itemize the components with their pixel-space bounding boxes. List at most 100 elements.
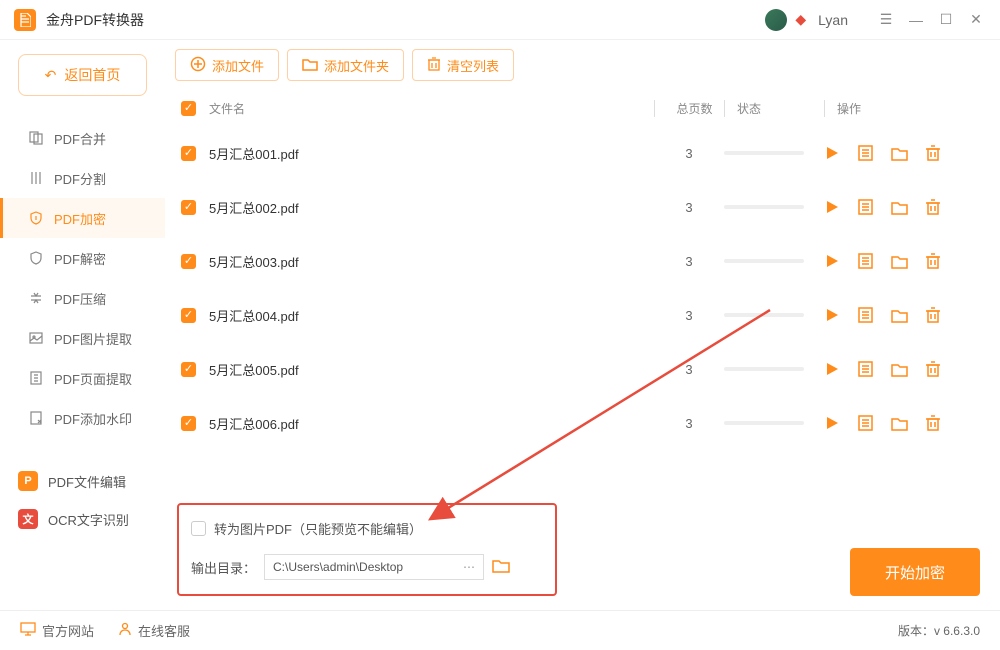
delete-button[interactable] <box>926 361 940 377</box>
add-folder-button[interactable]: 添加文件夹 <box>287 49 404 81</box>
sidebar-item-extract-images[interactable]: PDF图片提取 <box>0 318 165 358</box>
play-button[interactable] <box>824 253 840 269</box>
detail-button[interactable] <box>858 145 873 161</box>
add-file-button[interactable]: 添加文件 <box>175 49 279 81</box>
website-link[interactable]: 官方网站 <box>20 621 94 640</box>
minimize-icon[interactable]: — <box>906 10 926 30</box>
sidebar-item-decrypt[interactable]: PDF解密 <box>0 238 165 278</box>
detail-button[interactable] <box>858 199 873 215</box>
play-button[interactable] <box>824 199 840 215</box>
sidebar-item-compress[interactable]: PDF压缩 <box>0 278 165 318</box>
sidebar-edit-button[interactable]: P PDF文件编辑 <box>18 464 165 498</box>
delete-button[interactable] <box>926 307 940 323</box>
clear-list-button[interactable]: 清空列表 <box>412 49 514 81</box>
file-name: 5月汇总002.pdf <box>209 198 654 217</box>
detail-button[interactable] <box>858 415 873 431</box>
play-button[interactable] <box>824 145 840 161</box>
play-button[interactable] <box>824 307 840 323</box>
settings-bar: 转为图片PDF（只能预览不能编辑） 输出目录： C:\Users\admin\D… <box>165 489 1000 610</box>
sidebar-item-extract-pages[interactable]: PDF页面提取 <box>0 358 165 398</box>
row-checkbox[interactable] <box>181 254 196 269</box>
file-pages: 3 <box>654 254 724 269</box>
table-row: 5月汇总004.pdf 3 <box>165 288 1000 342</box>
detail-button[interactable] <box>858 361 873 377</box>
table-header: 文件名 总页数 状态 操作 <box>165 90 1000 126</box>
settings-box: 转为图片PDF（只能预览不能编辑） 输出目录： C:\Users\admin\D… <box>177 503 557 596</box>
delete-button[interactable] <box>926 145 940 161</box>
titlebar: 金舟PDF转换器 ◆ Lyan ☰ — ☐ ✕ <box>0 0 1000 40</box>
to-image-checkbox[interactable] <box>191 521 206 536</box>
delete-button[interactable] <box>926 415 940 431</box>
back-arrow-icon: ↶ <box>45 67 57 84</box>
file-pages: 3 <box>654 416 724 431</box>
detail-button[interactable] <box>858 253 873 269</box>
file-pages: 3 <box>654 308 724 323</box>
row-checkbox[interactable] <box>181 308 196 323</box>
avatar[interactable] <box>765 9 787 31</box>
split-icon <box>28 171 44 185</box>
app-logo <box>14 9 36 31</box>
row-checkbox[interactable] <box>181 200 196 215</box>
file-pages: 3 <box>654 200 724 215</box>
delete-button[interactable] <box>926 199 940 215</box>
file-status <box>724 259 824 263</box>
app-title: 金舟PDF转换器 <box>46 10 765 30</box>
to-image-label: 转为图片PDF（只能预览不能编辑） <box>214 519 422 538</box>
support-link[interactable]: 在线客服 <box>118 621 190 640</box>
open-folder-button[interactable] <box>891 362 908 377</box>
browse-folder-button[interactable] <box>492 558 510 577</box>
open-folder-button[interactable] <box>891 146 908 161</box>
sidebar-item-watermark[interactable]: PDF添加水印 <box>0 398 165 438</box>
close-icon[interactable]: ✕ <box>966 10 986 30</box>
folder-icon <box>302 57 318 74</box>
table-row: 5月汇总002.pdf 3 <box>165 180 1000 234</box>
menu-icon[interactable]: ☰ <box>876 10 896 30</box>
username: Lyan <box>818 12 848 28</box>
output-path-input[interactable]: C:\Users\admin\Desktop ⋯ <box>264 554 484 580</box>
row-checkbox[interactable] <box>181 146 196 161</box>
file-status <box>724 367 824 371</box>
sidebar-ocr-button[interactable]: 文 OCR文字识别 <box>18 502 165 536</box>
table-row: 5月汇总003.pdf 3 <box>165 234 1000 288</box>
open-folder-button[interactable] <box>891 254 908 269</box>
play-button[interactable] <box>824 415 840 431</box>
plus-circle-icon <box>190 56 206 75</box>
encrypt-icon <box>28 211 44 225</box>
merge-icon <box>28 131 44 145</box>
row-checkbox[interactable] <box>181 362 196 377</box>
vip-icon[interactable]: ◆ <box>795 11 806 28</box>
col-ops: 操作 <box>824 100 984 117</box>
file-status <box>724 151 824 155</box>
open-folder-button[interactable] <box>891 416 908 431</box>
delete-button[interactable] <box>926 253 940 269</box>
start-button[interactable]: 开始加密 <box>850 548 980 596</box>
open-folder-button[interactable] <box>891 200 908 215</box>
table-row: 5月汇总006.pdf 3 <box>165 396 1000 450</box>
image-icon <box>28 331 44 345</box>
file-status <box>724 421 824 425</box>
file-rows: 5月汇总001.pdf 3 5月汇总002.pdf 3 5月汇总003.pdf … <box>165 126 1000 489</box>
back-label: 返回首页 <box>64 65 120 85</box>
col-name: 文件名 <box>209 100 654 117</box>
file-pages: 3 <box>654 362 724 377</box>
maximize-icon[interactable]: ☐ <box>936 10 956 30</box>
detail-button[interactable] <box>858 307 873 323</box>
back-button[interactable]: ↶ 返回首页 <box>18 54 147 96</box>
clear-icon <box>427 57 441 74</box>
file-status <box>724 205 824 209</box>
sidebar-item-encrypt[interactable]: PDF加密 <box>0 198 165 238</box>
edit-icon: P <box>18 471 38 491</box>
file-name: 5月汇总006.pdf <box>209 414 654 433</box>
open-folder-button[interactable] <box>891 308 908 323</box>
file-status <box>724 313 824 317</box>
ellipsis-icon[interactable]: ⋯ <box>463 560 475 574</box>
row-checkbox[interactable] <box>181 416 196 431</box>
monitor-icon <box>20 622 36 639</box>
select-all-checkbox[interactable] <box>181 101 196 116</box>
statusbar: 官方网站 在线客服 版本：v 6.6.3.0 <box>0 610 1000 650</box>
output-label: 输出目录： <box>191 558 256 577</box>
play-button[interactable] <box>824 361 840 377</box>
col-pages: 总页数 <box>654 100 724 117</box>
sidebar-item-split[interactable]: PDF分割 <box>0 158 165 198</box>
sidebar-item-merge[interactable]: PDF合并 <box>0 118 165 158</box>
